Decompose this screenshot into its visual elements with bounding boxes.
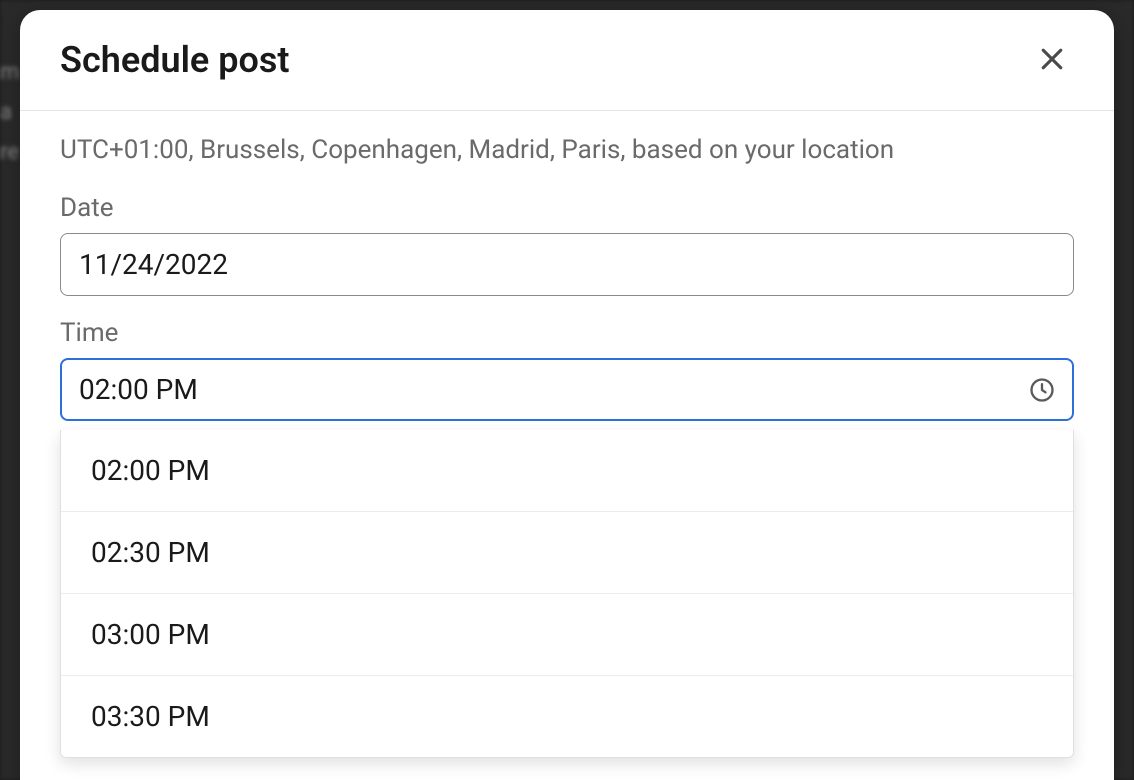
- date-input-wrapper: [60, 233, 1074, 296]
- time-dropdown[interactable]: 02:00 PM 02:30 PM 03:00 PM 03:30 PM: [60, 430, 1074, 758]
- close-icon: [1037, 44, 1067, 77]
- modal-title: Schedule post: [60, 39, 289, 81]
- time-option[interactable]: 02:00 PM: [61, 430, 1073, 512]
- time-field-group: Time: [60, 318, 1074, 421]
- time-option[interactable]: 03:00 PM: [61, 594, 1073, 676]
- timezone-info: UTC+01:00, Brussels, Copenhagen, Madrid,…: [60, 135, 1074, 165]
- time-option[interactable]: 03:30 PM: [61, 676, 1073, 757]
- schedule-post-modal: Schedule post UTC+01:00, Brussels, Copen…: [20, 10, 1114, 780]
- time-input[interactable]: [60, 358, 1074, 421]
- modal-body: UTC+01:00, Brussels, Copenhagen, Madrid,…: [20, 111, 1114, 780]
- date-field-group: Date: [60, 193, 1074, 296]
- close-button[interactable]: [1030, 38, 1074, 82]
- date-input[interactable]: [60, 233, 1074, 296]
- time-input-wrapper: [60, 358, 1074, 421]
- time-label: Time: [60, 318, 1074, 348]
- time-option[interactable]: 02:30 PM: [61, 512, 1073, 594]
- modal-header: Schedule post: [20, 10, 1114, 111]
- date-label: Date: [60, 193, 1074, 223]
